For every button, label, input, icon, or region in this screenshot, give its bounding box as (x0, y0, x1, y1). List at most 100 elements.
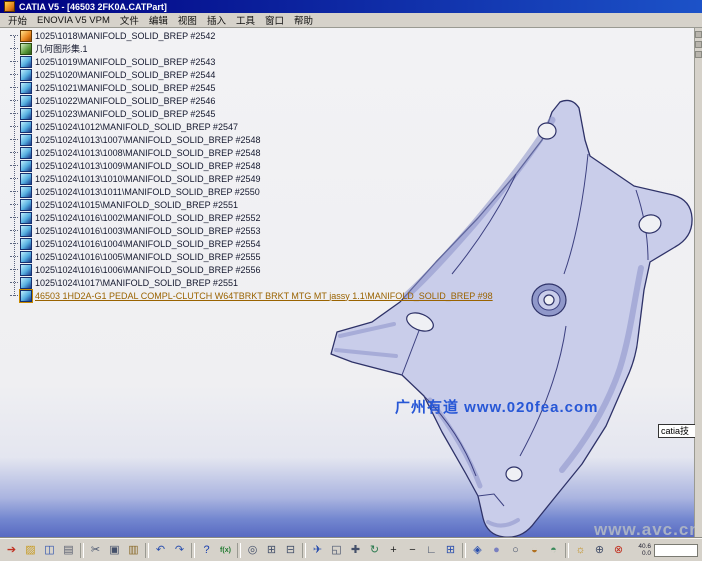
tree-item[interactable]: 1025\1022\MANIFOLD_SOLID_BREP #2546 (2, 94, 493, 107)
right-toolbar-handle (695, 51, 702, 58)
formula-icon[interactable]: f(x) (216, 541, 235, 560)
tree-item-label: 几何图形集.1 (35, 42, 88, 55)
print-icon[interactable]: ▤ (59, 541, 78, 560)
tree-item[interactable]: 1025\1024\1012\MANIFOLD_SOLID_BREP #2547 (2, 120, 493, 133)
tree-item-label: 1025\1024\1015\MANIFOLD_SOLID_BREP #2551 (35, 200, 238, 210)
menu-窗口[interactable]: 窗口 (260, 13, 289, 27)
menu-开始[interactable]: 开始 (3, 13, 32, 27)
search-icon[interactable]: ◎ (243, 541, 262, 560)
redo-icon[interactable]: ↷ (170, 541, 189, 560)
solid-icon (20, 277, 32, 289)
tree-item[interactable]: 46503 1HD2A-G1 PEDAL COMPL-CLUTCH W64TBR… (2, 289, 493, 302)
tree-item[interactable]: 1025\1023\MANIFOLD_SOLID_BREP #2545 (2, 107, 493, 120)
solid-icon (20, 290, 32, 302)
menu-文件[interactable]: 文件 (115, 13, 144, 27)
tree-item-label: 1025\1024\1016\1005\MANIFOLD_SOLID_BREP … (35, 252, 260, 262)
solid-icon (20, 134, 32, 146)
cut-icon[interactable]: ✂ (86, 541, 105, 560)
tree-guide-line (14, 36, 15, 296)
solid-icon (20, 160, 32, 172)
menu-帮助[interactable]: 帮助 (289, 13, 318, 27)
hide-show-icon[interactable]: ◒ (525, 541, 544, 560)
solid-icon (20, 199, 32, 211)
tree-item[interactable]: 1025\1018\MANIFOLD_SOLID_BREP #2542 (2, 29, 493, 42)
tree-item-label: 1025\1020\MANIFOLD_SOLID_BREP #2544 (35, 70, 215, 80)
graph-icon[interactable]: ⊟ (281, 541, 300, 560)
tree-item[interactable]: 1025\1024\1016\1002\MANIFOLD_SOLID_BREP … (2, 211, 493, 224)
tree-item-label: 1025\1024\1013\1007\MANIFOLD_SOLID_BREP … (35, 135, 260, 145)
tree-item[interactable]: 1025\1020\MANIFOLD_SOLID_BREP #2544 (2, 68, 493, 81)
menu-ENOVIA V5 VPM[interactable]: ENOVIA V5 VPM (32, 15, 115, 26)
tree-item[interactable]: 1025\1021\MANIFOLD_SOLID_BREP #2545 (2, 81, 493, 94)
menu-插入[interactable]: 插入 (202, 13, 231, 27)
rotate-icon[interactable]: ↻ (365, 541, 384, 560)
right-toolbar[interactable] (694, 28, 702, 539)
toolbar-separator (302, 543, 306, 558)
normal-view-icon[interactable]: ∟ (422, 541, 441, 560)
zoom-in-icon[interactable]: + (384, 541, 403, 560)
axis-icon[interactable]: ⊗ (609, 541, 628, 560)
tree-item[interactable]: 1025\1024\1013\1009\MANIFOLD_SOLID_BREP … (2, 159, 493, 172)
hole-foot[interactable] (506, 467, 522, 481)
solid-icon (20, 225, 32, 237)
undo-icon[interactable]: ↶ (151, 541, 170, 560)
toolbar-separator (237, 543, 241, 558)
multi-view-icon[interactable]: ⊞ (441, 541, 460, 560)
app-icon (4, 1, 15, 12)
fly-icon[interactable]: ✈ (308, 541, 327, 560)
tree-item[interactable]: 1025\1024\1013\1011\MANIFOLD_SOLID_BREP … (2, 185, 493, 198)
tree-item[interactable]: 1025\1024\1017\MANIFOLD_SOLID_BREP #2551 (2, 276, 493, 289)
solid-icon (20, 212, 32, 224)
select-icon[interactable]: ➔ (2, 541, 21, 560)
menu-编辑[interactable]: 编辑 (144, 13, 173, 27)
tree-item[interactable]: 1025\1024\1016\1003\MANIFOLD_SOLID_BREP … (2, 224, 493, 237)
iso-view-icon[interactable]: ◈ (468, 541, 487, 560)
measure-icon[interactable]: ⊕ (590, 541, 609, 560)
solid-icon (20, 147, 32, 159)
hole-top-tab[interactable] (538, 123, 556, 139)
watermark: 广州有道 www.020fea.com (395, 396, 599, 417)
viewport[interactable]: 1025\1018\MANIFOLD_SOLID_BREP #2542几何图形集… (0, 28, 695, 539)
help-icon[interactable]: ? (197, 541, 216, 560)
pan-icon[interactable]: ✚ (346, 541, 365, 560)
tree-item[interactable]: 1025\1024\1016\1005\MANIFOLD_SOLID_BREP … (2, 250, 493, 263)
tree-item[interactable]: 几何图形集.1 (2, 42, 493, 55)
window-title: CATIA V5 - [46503 2FK0A.CATPart] (19, 2, 167, 12)
toolbar-separator (191, 543, 195, 558)
light-icon[interactable]: ☼ (571, 541, 590, 560)
zoom-out-icon[interactable]: − (403, 541, 422, 560)
tree-item[interactable]: 1025\1024\1016\1004\MANIFOLD_SOLID_BREP … (2, 237, 493, 250)
open-icon[interactable]: ▨ (21, 541, 40, 560)
solid-icon (20, 95, 32, 107)
tree-item[interactable]: 1025\1019\MANIFOLD_SOLID_BREP #2543 (2, 55, 493, 68)
menu-bar: 开始ENOVIA V5 VPM文件编辑视图插入工具窗口帮助 (0, 13, 702, 28)
menu-工具[interactable]: 工具 (231, 13, 260, 27)
corner-watermark: www.avc.cn (594, 520, 695, 539)
tree-item[interactable]: 1025\1024\1013\1010\MANIFOLD_SOLID_BREP … (2, 172, 493, 185)
copy-icon[interactable]: ▣ (105, 541, 124, 560)
solid-icon (20, 82, 32, 94)
tree-item-label: 1025\1024\1013\1009\MANIFOLD_SOLID_BREP … (35, 161, 260, 171)
tree-item-label: 1025\1021\MANIFOLD_SOLID_BREP #2545 (35, 83, 215, 93)
shaded-icon[interactable]: ● (487, 541, 506, 560)
tree-item-label: 1025\1024\1016\1004\MANIFOLD_SOLID_BREP … (35, 239, 260, 249)
tree-item[interactable]: 1025\1024\1013\1008\MANIFOLD_SOLID_BREP … (2, 146, 493, 159)
power-input[interactable] (654, 544, 698, 557)
solid-icon (20, 238, 32, 250)
title-bar[interactable]: CATIA V5 - [46503 2FK0A.CATPart] (0, 0, 702, 13)
tree-toggle-icon[interactable]: ⊞ (262, 541, 281, 560)
tree-item-label: 46503 1HD2A-G1 PEDAL COMPL-CLUTCH W64TBR… (35, 291, 493, 301)
bottom-toolbar: ➔▨◫▤✂▣▥↶↷?f(x)◎⊞⊟✈◱✚↻+−∟⊞◈●○◒◓☼⊕⊗ 40.6 0… (0, 538, 702, 561)
fit-all-icon[interactable]: ◱ (327, 541, 346, 560)
tree-item[interactable]: 1025\1024\1016\1006\MANIFOLD_SOLID_BREP … (2, 263, 493, 276)
menu-视图[interactable]: 视图 (173, 13, 202, 27)
toolbar-separator (145, 543, 149, 558)
toolbar-icons: ➔▨◫▤✂▣▥↶↷?f(x)◎⊞⊟✈◱✚↻+−∟⊞◈●○◒◓☼⊕⊗ (2, 541, 628, 560)
swap-space-icon[interactable]: ◓ (544, 541, 563, 560)
tree-item[interactable]: 1025\1024\1013\1007\MANIFOLD_SOLID_BREP … (2, 133, 493, 146)
paste-icon[interactable]: ▥ (124, 541, 143, 560)
save-icon[interactable]: ◫ (40, 541, 59, 560)
tree-item[interactable]: 1025\1024\1015\MANIFOLD_SOLID_BREP #2551 (2, 198, 493, 211)
solid-icon (20, 173, 32, 185)
wireframe-icon[interactable]: ○ (506, 541, 525, 560)
